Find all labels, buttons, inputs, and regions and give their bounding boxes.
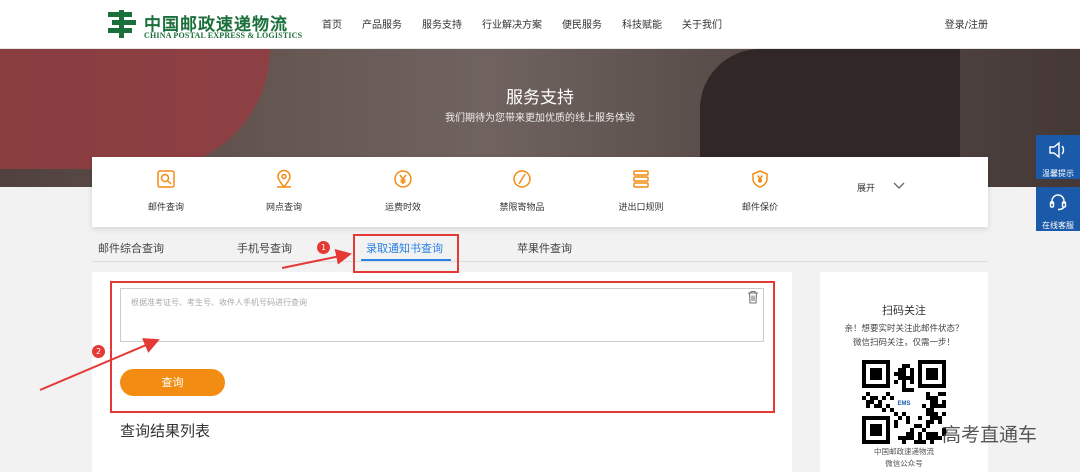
service-shortcut-bar: 邮件查询 网点查询 运费时效 禁限寄物品 进出口规则 邮件保价 展开	[92, 157, 988, 227]
service-label: 运费时效	[384, 203, 421, 213]
qr-line-1: 亲！想要实时关注此邮件状态？	[844, 324, 964, 334]
highlight-box-query	[110, 281, 775, 413]
nav-item-convenience[interactable]: 便民服务	[562, 16, 602, 31]
service-insured-mail[interactable]: 邮件保价	[715, 169, 805, 214]
chevron-down-icon	[893, 182, 905, 189]
service-import-export[interactable]: 进出口规则	[596, 169, 686, 214]
highlight-box-tab	[353, 234, 459, 273]
headset-icon	[1049, 194, 1067, 211]
service-mail-query[interactable]: 邮件查询	[121, 169, 211, 214]
nav-item-tech[interactable]: 科技赋能	[622, 16, 662, 31]
annotation-badge-1: 1	[317, 241, 330, 254]
shield-yen-icon	[752, 170, 768, 188]
result-list-title: 查询结果列表	[120, 422, 211, 440]
float-service-button[interactable]: 在线客服	[1036, 187, 1080, 231]
nav-item-products[interactable]: 产品服务	[362, 16, 402, 31]
service-label: 网点查询	[265, 203, 302, 213]
qr-line-2: 微信扫码关注，仅需一步！	[852, 338, 955, 348]
qr-code-image: EMS	[862, 360, 946, 444]
service-outlet-query[interactable]: 网点查询	[239, 169, 329, 214]
watermark-text: 高考直通车	[942, 424, 1038, 446]
qr-center-label: EMS	[897, 401, 910, 407]
tab-mail-comprehensive[interactable]: 邮件综合查询	[98, 240, 164, 256]
speaker-icon	[1049, 141, 1065, 159]
service-freight-time[interactable]: 运费时效	[358, 169, 448, 214]
main-nav: 首页 产品服务 服务支持 行业解决方案 便民服务 科技赋能 关于我们	[322, 16, 742, 31]
banner-title: 服务支持	[506, 88, 574, 108]
brand-name-en: CHINA POSTAL EXPRESS & LOGISTICS	[144, 31, 303, 40]
brand-logo[interactable]: 中国邮政速递物流 CHINA POSTAL EXPRESS & LOGISTIC…	[106, 8, 302, 42]
import-export-icon	[633, 170, 649, 188]
nav-item-home[interactable]: 首页	[322, 16, 342, 31]
banner-subtitle: 我们期待为您带来更加优质的线上服务体验	[445, 113, 635, 124]
nav-item-about[interactable]: 关于我们	[682, 16, 722, 31]
login-register-link[interactable]: 登录/注册	[945, 16, 988, 31]
service-label: 禁限寄物品	[499, 203, 545, 213]
float-tip-label: 温馨提示	[1042, 169, 1074, 178]
location-pin-icon	[277, 169, 291, 189]
service-prohibited-items[interactable]: 禁限寄物品	[477, 169, 567, 214]
qr-title: 扫码关注	[882, 304, 926, 317]
qr-caption-2: 微信公众号	[885, 459, 923, 468]
china-post-logo-icon	[108, 10, 136, 38]
service-label: 进出口规则	[618, 203, 664, 213]
prohibited-icon	[513, 170, 531, 188]
mail-search-icon	[157, 170, 175, 188]
top-header: 中国邮政速递物流 CHINA POSTAL EXPRESS & LOGISTIC…	[0, 0, 1080, 49]
float-service-label: 在线客服	[1042, 221, 1074, 230]
nav-item-solutions[interactable]: 行业解决方案	[482, 16, 542, 31]
query-tabs: 邮件综合查询 手机号查询 录取通知书查询 苹果件查询	[92, 236, 988, 262]
float-tip-button[interactable]: 温馨提示	[1036, 135, 1080, 179]
expand-services-toggle[interactable]: 展开	[857, 181, 905, 194]
service-label: 邮件保价	[741, 203, 778, 213]
annotation-badge-2: 2	[92, 345, 105, 358]
tab-apple-parcel[interactable]: 苹果件查询	[517, 240, 572, 256]
yen-clock-icon	[394, 170, 412, 188]
nav-item-support[interactable]: 服务支持	[422, 16, 462, 31]
service-label: 邮件查询	[147, 203, 184, 213]
qr-caption-1: 中国邮政速递物流	[874, 447, 934, 456]
expand-label: 展开	[857, 184, 876, 194]
tab-phone-query[interactable]: 手机号查询	[237, 240, 292, 256]
